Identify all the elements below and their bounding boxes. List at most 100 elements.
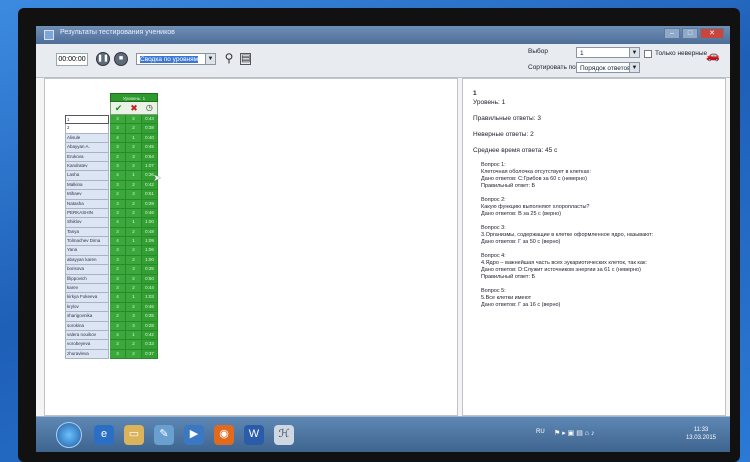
sort-select[interactable]: Порядок ответов ▼ [576, 62, 640, 73]
wrong-count-cell: 3 [126, 312, 142, 322]
time-cell: 0:46 [142, 208, 158, 219]
student-name-cell[interactable]: Kandratev [65, 161, 109, 172]
student-name-cell[interactable]: karev [65, 284, 109, 294]
table-row[interactable]: 2 3 0:54 [110, 152, 158, 162]
only-wrong-checkbox[interactable] [644, 50, 652, 58]
clock[interactable]: 11:33 13.03.2015 [686, 426, 716, 442]
table-row[interactable]: 3 2 0:46 [110, 302, 158, 313]
student-name-cell[interactable]: Mihaev [65, 190, 109, 200]
table-row[interactable]: 3 2 1:07 [110, 161, 158, 172]
chevron-down-icon[interactable]: ▼ [629, 63, 639, 72]
student-name-cell[interactable]: Abayyan A. [65, 143, 109, 153]
student-name-cell[interactable]: sharigovnika [65, 312, 109, 322]
table-row[interactable]: 3 2 0:42 [110, 180, 158, 191]
media-player-icon[interactable]: ▶ [184, 425, 204, 445]
table-row[interactable]: 3 2 1:00 [110, 255, 158, 266]
student-name-cell[interactable]: borisova [65, 265, 109, 275]
word-icon[interactable]: W [244, 425, 264, 445]
time-cell: 0:42 [142, 330, 158, 341]
correct-count-cell: 3 [110, 246, 126, 256]
paint-icon[interactable]: ✎ [154, 425, 174, 445]
wrong-count-cell: 2 [126, 302, 142, 313]
maximize-button[interactable]: □ [682, 28, 698, 39]
student-name-cell[interactable]: Natasha [65, 199, 109, 209]
chevron-down-icon[interactable]: ▼ [629, 48, 639, 57]
student-name-cell[interactable]: Malkina [65, 180, 109, 191]
vybor-select[interactable]: 1 ▼ [576, 47, 640, 58]
table-row[interactable]: 3 2 0:33 [110, 340, 158, 350]
table-row[interactable]: 3 2 0:44 [110, 284, 158, 294]
student-name-cell[interactable]: 2 [65, 124, 109, 134]
correct-count-cell: 4 [110, 293, 126, 303]
table-row[interactable]: 3 2 0:46 [110, 208, 158, 219]
time-cell: 0:44 [142, 284, 158, 294]
question-line: Дано ответов: D:Служит источником энерги… [481, 267, 641, 273]
chevron-down-icon[interactable]: ▼ [205, 54, 215, 64]
student-name-cell[interactable]: krylov [65, 302, 109, 313]
table-row[interactable]: 2 3 0:35 [110, 312, 158, 322]
table-row[interactable]: 4 1 0:42 [110, 330, 158, 341]
start-button[interactable] [56, 422, 82, 448]
wrong-count-cell: 1 [126, 133, 142, 144]
minimize-button[interactable]: – [664, 28, 680, 39]
student-name-cell[interactable]: filippovich [65, 274, 109, 285]
student-name-cell[interactable]: Shiklov [65, 218, 109, 228]
close-button[interactable]: ✕ [700, 28, 724, 39]
student-name-cell[interactable]: sorokina [65, 321, 109, 331]
table-row[interactable]: 4 1 1:00 [110, 218, 158, 228]
student-name-cell[interactable]: Alisule [65, 133, 109, 144]
student-name-cell[interactable]: Erukova [65, 152, 109, 162]
app-test-icon[interactable]: ℋ [274, 425, 294, 445]
table-row[interactable]: 3 2 0:45 [110, 143, 158, 153]
student-name-cell[interactable]: kirkya Fokeeva [65, 293, 109, 303]
wrong-count-cell: 2 [126, 115, 142, 125]
time-cell: 0:45 [142, 143, 158, 153]
report-select[interactable]: Сводка по уровням ▼ [136, 53, 216, 65]
wrong-count-cell: 1 [126, 293, 142, 303]
table-row[interactable]: 3 2 0:43 [110, 115, 158, 125]
student-name-cell[interactable]: Lasha [65, 171, 109, 181]
table-row[interactable]: 3 2 0:48 [110, 227, 158, 238]
check-icon: ✔ [114, 103, 123, 113]
question-line: Правильный ответ: Б [481, 183, 536, 189]
wrong-count-cell: 1 [126, 218, 142, 228]
time-cell: 0:51 [142, 190, 158, 200]
student-name-cell[interactable]: vorobeyeva [65, 340, 109, 350]
wrong-count-cell: 2 [126, 349, 142, 360]
stop-button[interactable]: ■ [114, 52, 128, 66]
student-name-cell[interactable]: abayyan karen [65, 255, 109, 266]
table-row[interactable]: 4 1 0:40 [110, 133, 158, 144]
firefox-icon[interactable]: ◉ [214, 425, 234, 445]
wrong-count-cell: 3 [126, 321, 142, 331]
table-row[interactable]: 2 3 0:28 [110, 321, 158, 331]
pause-button[interactable]: ❚❚ [96, 52, 110, 66]
correct-count-cell: 3 [110, 255, 126, 266]
table-row[interactable]: 2 3 0:51 [110, 190, 158, 200]
table-row[interactable]: 4 1 1:09 [110, 237, 158, 247]
folder-icon[interactable]: ▭ [124, 425, 144, 445]
student-name-cell[interactable]: Yana [65, 246, 109, 256]
language-indicator[interactable]: RU [536, 429, 545, 435]
table-row[interactable]: 4 1 1:03 [110, 293, 158, 303]
ie-icon[interactable]: e [94, 425, 114, 445]
student-name-cell[interactable]: Tolmachev Dima [65, 237, 109, 247]
question-line: Какую функцию выполняют хлоропласты? [481, 204, 590, 210]
table-row[interactable]: 3 2 0:50 [110, 274, 158, 285]
table-row[interactable]: 4 1 0:36 [110, 171, 158, 181]
table-row[interactable]: 3 2 0:37 [110, 349, 158, 360]
search-icon[interactable]: ⚲ [222, 51, 236, 66]
student-name-cell[interactable]: 1 [65, 115, 109, 125]
table-row[interactable]: 3 2 0:38 [110, 124, 158, 134]
table-row[interactable]: 2 3 0:35 [110, 265, 158, 275]
student-name-cell[interactable]: valera nouikov [65, 330, 109, 341]
correct-count-cell: 3 [110, 161, 126, 172]
correct-count-cell: 3 [110, 274, 126, 285]
student-name-cell[interactable]: Tanya [65, 227, 109, 238]
tray-icons[interactable]: ⚑ ▸ ▣ ▤ ⌂ ♪ [554, 429, 594, 437]
car-icon[interactable]: 🚗 [706, 49, 720, 64]
table-row[interactable]: 3 2 0:39 [110, 199, 158, 209]
table-row[interactable]: 3 2 1:06 [110, 246, 158, 256]
save-icon[interactable]: ▤ [240, 53, 251, 65]
student-name-cell[interactable]: PERKASHIN [65, 208, 109, 219]
student-name-cell[interactable]: zhuravleva [65, 349, 109, 360]
